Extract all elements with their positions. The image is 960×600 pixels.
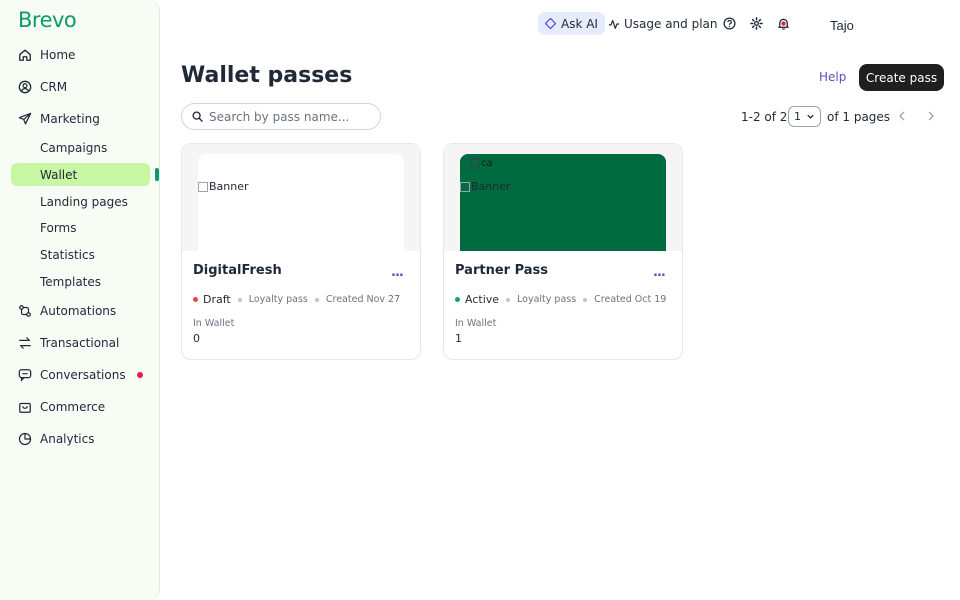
search-icon xyxy=(192,111,203,122)
sidebar-item-home[interactable]: Home xyxy=(18,44,75,66)
more-options-button[interactable]: ... xyxy=(653,266,666,279)
page-select-value: 1 xyxy=(794,110,801,123)
sparkle-icon xyxy=(545,18,556,29)
usage-plan-button[interactable]: Usage and plan xyxy=(608,12,718,35)
pass-created: Created Oct 19 xyxy=(594,294,667,305)
activity-icon xyxy=(608,19,620,29)
page-select[interactable]: 1 xyxy=(788,106,821,127)
next-page-button[interactable] xyxy=(926,110,936,122)
ask-ai-button[interactable]: Ask AI xyxy=(538,12,605,35)
status-dot xyxy=(193,297,198,302)
search-input[interactable] xyxy=(209,109,369,124)
bell-icon[interactable] xyxy=(777,17,790,30)
create-pass-button[interactable]: Create pass xyxy=(859,64,944,91)
gear-icon[interactable] xyxy=(750,17,763,30)
search-field[interactable] xyxy=(181,103,381,130)
sidebar-sub-templates[interactable]: Templates xyxy=(40,275,101,289)
chevron-right-icon xyxy=(928,111,934,121)
separator-dot xyxy=(506,297,511,302)
user-account-name[interactable]: Tajo xyxy=(830,18,854,33)
sidebar-item-automations[interactable]: Automations xyxy=(18,300,116,322)
status-dot xyxy=(455,297,460,302)
send-icon xyxy=(18,112,32,126)
bag-icon xyxy=(18,400,32,414)
more-options-button[interactable]: ... xyxy=(391,266,404,279)
pass-card[interactable]: Banner DigitalFresh ... Draft Loyalty pa… xyxy=(181,143,421,360)
separator-dot xyxy=(237,297,242,302)
sidebar-item-label: Analytics xyxy=(40,432,95,446)
help-link[interactable]: Help xyxy=(819,70,846,84)
sidebar-item-marketing[interactable]: Marketing xyxy=(18,108,100,130)
sidebar-sub-forms[interactable]: Forms xyxy=(40,221,76,235)
active-sub-highlight xyxy=(11,163,150,186)
notification-dot xyxy=(137,372,143,378)
help-circle-icon[interactable] xyxy=(723,17,736,30)
sidebar-item-label: Marketing xyxy=(40,112,100,126)
sidebar-item-commerce[interactable]: Commerce xyxy=(18,396,105,418)
brevo-logo[interactable]: Brevo xyxy=(18,8,77,32)
transfer-icon xyxy=(18,336,32,350)
banner-image: car Banner xyxy=(460,154,666,251)
sidebar-item-label: Conversations xyxy=(40,368,126,382)
chevron-left-icon xyxy=(899,111,905,121)
logo-alt-text: car xyxy=(481,158,492,169)
pass-type: Loyalty pass xyxy=(517,294,577,305)
pass-card[interactable]: car Banner Partner Pass ... Active Loyal… xyxy=(443,143,683,360)
usage-plan-label: Usage and plan xyxy=(624,16,718,31)
in-wallet-count: 1 xyxy=(455,332,462,345)
sidebar-sub-wallet[interactable]: Wallet xyxy=(40,168,77,182)
prev-page-button[interactable] xyxy=(897,110,907,122)
separator-dot xyxy=(583,297,588,302)
separator-dot xyxy=(314,297,319,302)
in-wallet-label: In Wallet xyxy=(455,318,497,329)
automation-icon xyxy=(18,304,32,318)
sidebar-item-label: Transactional xyxy=(40,336,120,350)
chat-icon xyxy=(18,368,32,382)
banner-alt-text: Banner xyxy=(471,180,511,193)
sidebar-sub-campaigns[interactable]: Campaigns xyxy=(40,141,107,155)
broken-image-icon xyxy=(460,181,470,192)
banner-image: Banner xyxy=(198,154,404,251)
pass-created: Created Nov 27 xyxy=(325,294,401,305)
chevron-down-icon xyxy=(807,114,814,119)
pagination-range: 1-2 of 2 xyxy=(741,110,788,124)
home-icon xyxy=(18,48,32,62)
broken-image-icon xyxy=(198,181,208,192)
contacts-icon xyxy=(18,80,32,94)
sidebar-item-label: CRM xyxy=(40,80,68,94)
pass-meta: Active Loyalty pass Created Oct 19 xyxy=(455,293,666,306)
pass-name[interactable]: DigitalFresh xyxy=(193,263,282,278)
pie-chart-icon xyxy=(18,432,32,446)
pass-name[interactable]: Partner Pass xyxy=(455,263,548,278)
sidebar-item-transactional[interactable]: Transactional xyxy=(18,332,119,354)
ask-ai-label: Ask AI xyxy=(561,16,598,31)
sidebar-item-label: Commerce xyxy=(40,400,106,414)
active-indicator xyxy=(155,168,159,181)
in-wallet-label: In Wallet xyxy=(193,318,235,329)
sidebar-item-conversations[interactable]: Conversations xyxy=(18,364,126,386)
status-label: Active xyxy=(465,293,500,306)
sidebar: Brevo Home CRM Marketing Campaigns Walle… xyxy=(0,0,160,600)
sidebar-item-analytics[interactable]: Analytics xyxy=(18,428,95,450)
sidebar-sub-landing-pages[interactable]: Landing pages xyxy=(40,195,128,209)
card-preview: car Banner xyxy=(444,144,682,251)
card-preview: Banner xyxy=(182,144,420,251)
sidebar-item-crm[interactable]: CRM xyxy=(18,76,67,98)
status-label: Draft xyxy=(203,293,231,306)
in-wallet-count: 0 xyxy=(193,332,200,345)
page-title: Wallet passes xyxy=(181,63,353,88)
pagination-total: of 1 pages xyxy=(827,110,891,124)
broken-image-icon xyxy=(470,158,480,168)
pass-type: Loyalty pass xyxy=(248,294,308,305)
sidebar-sub-statistics[interactable]: Statistics xyxy=(40,248,95,262)
banner-alt-text: Banner xyxy=(209,180,249,193)
sidebar-item-label: Home xyxy=(40,48,76,62)
pass-meta: Draft Loyalty pass Created Nov 27 xyxy=(193,293,400,306)
sidebar-item-label: Automations xyxy=(40,304,117,318)
